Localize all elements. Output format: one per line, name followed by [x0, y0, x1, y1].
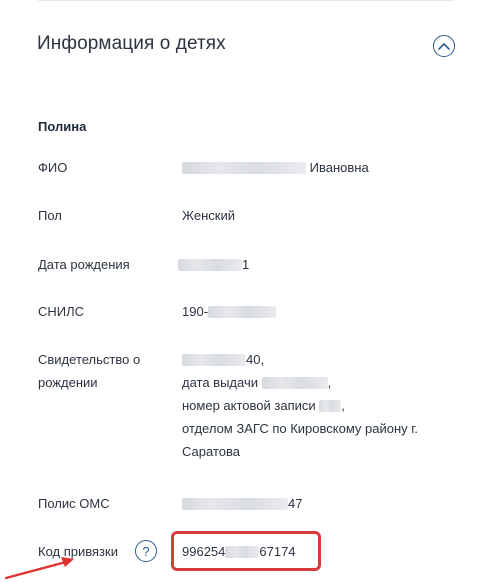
birthdate-value: 1 [178, 253, 249, 276]
redacted-block [182, 161, 306, 174]
record-number-suffix: , [341, 398, 345, 413]
oms-value: 47 [182, 492, 302, 515]
fio-patronymic: Ивановна [309, 160, 369, 175]
snils-prefix: 190- [182, 304, 209, 319]
child-info-page: Информация о детях Полина ФИО Ивановна П… [0, 0, 486, 582]
help-glyph: ? [142, 543, 150, 559]
pointer-arrow-icon [4, 557, 74, 580]
certificate-number: 40, [182, 348, 418, 371]
child-name: Полина [38, 119, 87, 134]
gender-value: Женский [182, 208, 235, 223]
birthdate-suffix: 1 [242, 257, 250, 272]
certificate-record-number: номер актовой записи , [182, 394, 418, 417]
fio-label: ФИО [38, 160, 68, 175]
issue-date-label: дата выдачи [182, 375, 258, 390]
gender-label: Пол [38, 208, 62, 223]
birthdate-label: Дата рождения [38, 257, 130, 272]
certificate-office-line2: Саратова [182, 444, 240, 459]
issue-date-suffix: , [327, 375, 332, 390]
certificate-label-line1: Свидетельство о [38, 352, 141, 367]
redacted-block [319, 399, 342, 412]
certificate-value: 40, дата выдачи , номер актовой записи ,… [182, 348, 418, 463]
snils-value: 190- [182, 300, 277, 323]
chevron-up-icon [438, 43, 450, 50]
certificate-issue-date: дата выдачи , [182, 371, 418, 394]
redacted-block [182, 353, 246, 366]
oms-suffix: 47 [288, 496, 303, 511]
certificate-label: Свидетельство о рождении [38, 348, 140, 394]
code-highlight-box [171, 531, 321, 571]
section-title: Информация о детях [37, 33, 226, 54]
certificate-label-line2: рождении [38, 375, 98, 390]
snils-label: СНИЛС [38, 304, 85, 319]
redacted-block [178, 258, 242, 271]
redacted-block [208, 305, 277, 318]
oms-label: Полис ОМС [38, 496, 110, 511]
redacted-block [182, 497, 288, 510]
certificate-office-line1: отделом ЗАГС по Кировскому району г. [182, 421, 419, 436]
certificate-number-suffix: 40, [246, 352, 265, 367]
fio-value: Ивановна [182, 156, 369, 179]
question-icon[interactable]: ? [135, 540, 157, 562]
top-divider [38, 0, 454, 1]
redacted-block [261, 376, 328, 389]
record-number-label: номер актовой записи [182, 398, 316, 413]
collapse-section-button[interactable] [433, 35, 455, 57]
